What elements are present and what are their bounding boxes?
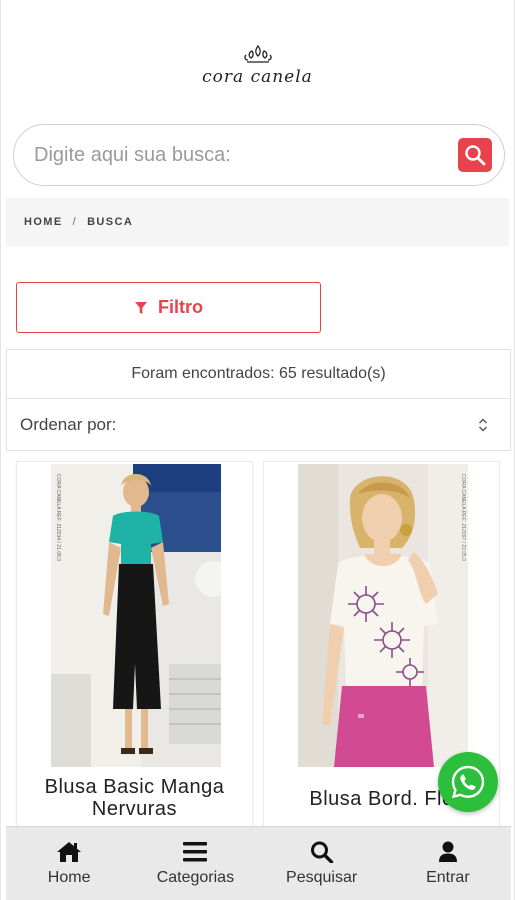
- product-grid: CORA CANELA REF: 212034 / 21.08.0 Blusa …: [16, 461, 501, 841]
- user-icon: [438, 841, 457, 862]
- filter-label: Filtro: [158, 297, 203, 317]
- bottom-nav: Home Categorias Pesquisar Entrar: [6, 826, 511, 900]
- nav-home[interactable]: Home: [6, 827, 132, 900]
- photo-caption: CORA CANELA REF: 212097 / 22.05.0: [460, 474, 466, 561]
- search-icon: [310, 841, 333, 863]
- nav-search[interactable]: Pesquisar: [259, 827, 385, 900]
- whatsapp-button[interactable]: [438, 752, 498, 812]
- product-image[interactable]: CORA CANELA REF: 212034 / 21.08.0: [51, 464, 221, 767]
- search-button[interactable]: [458, 138, 492, 172]
- nav-login-label: Entrar: [426, 868, 470, 886]
- nav-login[interactable]: Entrar: [385, 827, 511, 900]
- sort-select[interactable]: Ordenar por:: [6, 399, 511, 451]
- photo-caption: CORA CANELA REF: 212034 / 21.08.0: [55, 474, 61, 561]
- whatsapp-icon: [451, 765, 485, 799]
- filter-button[interactable]: Filtro: [16, 282, 321, 333]
- search-bar: [13, 124, 505, 186]
- results-count: Foram encontrados: 65 resultado(s): [6, 349, 511, 399]
- breadcrumb: HOME / BUSCA: [6, 198, 509, 246]
- search-input[interactable]: [34, 143, 458, 167]
- brand-logo[interactable]: cora canela: [202, 67, 313, 87]
- filter-funnel-icon: [135, 301, 147, 314]
- nav-categories[interactable]: Categorias: [132, 827, 258, 900]
- product-image[interactable]: CORA CANELA REF: 212097 / 22.05.0: [298, 464, 468, 767]
- breadcrumb-separator: /: [72, 216, 78, 228]
- breadcrumb-current: BUSCA: [87, 216, 134, 228]
- menu-icon: [183, 841, 208, 861]
- product-card[interactable]: CORA CANELA REF: 212034 / 21.08.0 Blusa …: [16, 461, 253, 841]
- product-title[interactable]: Blusa Basic Manga Nervuras: [23, 776, 246, 820]
- home-icon: [57, 841, 82, 862]
- nav-search-label: Pesquisar: [286, 868, 358, 886]
- sort-chevrons-icon: [479, 418, 487, 431]
- sort-label: Ordenar por:: [20, 414, 117, 434]
- page: cora canela HOME / BUSCA Filtro Foram en…: [0, 0, 515, 900]
- logo-ornament-icon: [243, 44, 272, 63]
- breadcrumb-home[interactable]: HOME: [24, 216, 63, 228]
- nav-home-label: Home: [47, 868, 91, 886]
- nav-categories-label: Categorias: [156, 868, 235, 886]
- search-icon: [465, 145, 486, 166]
- header: cora canela: [1, 0, 514, 120]
